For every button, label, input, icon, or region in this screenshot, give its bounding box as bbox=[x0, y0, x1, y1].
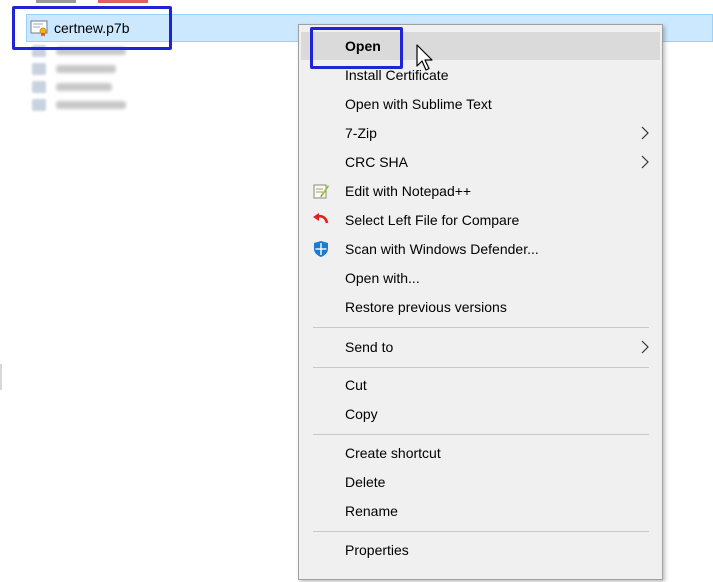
menu-item-label: Scan with Windows Defender... bbox=[345, 241, 539, 257]
menu-item-delete[interactable]: Delete bbox=[301, 468, 660, 496]
notepad-plus-plus-icon bbox=[312, 182, 330, 200]
menu-item-edit-notepadpp[interactable]: Edit with Notepad++ bbox=[301, 177, 660, 205]
menu-item-scan-defender[interactable]: Scan with Windows Defender... bbox=[301, 235, 660, 263]
menu-item-label: Rename bbox=[345, 503, 398, 519]
mouse-pointer-icon bbox=[416, 44, 436, 72]
menu-separator bbox=[313, 327, 649, 328]
menu-item-label: Restore previous versions bbox=[345, 299, 507, 315]
menu-item-label: Edit with Notepad++ bbox=[345, 183, 472, 199]
chevron-right-icon bbox=[640, 125, 650, 141]
menu-item-label: Copy bbox=[345, 406, 378, 422]
menu-item-send-to[interactable]: Send to bbox=[301, 333, 660, 361]
menu-item-label: Cut bbox=[345, 377, 367, 393]
menu-separator bbox=[313, 434, 649, 435]
partial-row-top bbox=[36, 0, 156, 4]
blurred-file-row bbox=[32, 63, 116, 75]
menu-item-label: Open with... bbox=[345, 270, 420, 286]
menu-item-label: CRC SHA bbox=[345, 154, 409, 170]
menu-separator bbox=[313, 531, 649, 532]
open-annotation-box bbox=[310, 27, 403, 69]
menu-item-label: Properties bbox=[345, 542, 409, 558]
menu-item-cut[interactable]: Cut bbox=[301, 371, 660, 399]
menu-item-label: Create shortcut bbox=[345, 445, 441, 461]
menu-item-7zip[interactable]: 7-Zip bbox=[301, 119, 660, 147]
menu-item-copy[interactable]: Copy bbox=[301, 400, 660, 428]
menu-item-open-with-sublime[interactable]: Open with Sublime Text bbox=[301, 90, 660, 118]
pane-edge bbox=[0, 364, 2, 390]
context-menu: Open Install Certificate Open with Subli… bbox=[298, 24, 663, 580]
chevron-right-icon bbox=[640, 339, 650, 355]
menu-item-open-with[interactable]: Open with... bbox=[301, 264, 660, 292]
blurred-file-row bbox=[32, 81, 112, 93]
menu-separator bbox=[313, 367, 649, 368]
menu-item-rename[interactable]: Rename bbox=[301, 497, 660, 525]
menu-item-restore-previous[interactable]: Restore previous versions bbox=[301, 293, 660, 321]
menu-item-select-left-compare[interactable]: Select Left File for Compare bbox=[301, 206, 660, 234]
blurred-file-row bbox=[32, 99, 126, 111]
windows-defender-icon bbox=[312, 240, 330, 258]
menu-item-crc-sha[interactable]: CRC SHA bbox=[301, 148, 660, 176]
menu-item-label: Open with Sublime Text bbox=[345, 96, 492, 112]
menu-item-label: Send to bbox=[345, 339, 394, 355]
chevron-right-icon bbox=[640, 154, 650, 170]
file-annotation-box bbox=[12, 6, 172, 50]
compare-arrow-icon bbox=[312, 211, 330, 229]
menu-item-create-shortcut[interactable]: Create shortcut bbox=[301, 439, 660, 467]
menu-item-label: Select Left File for Compare bbox=[345, 212, 520, 228]
menu-item-properties[interactable]: Properties bbox=[301, 536, 660, 564]
menu-item-label: 7-Zip bbox=[345, 125, 377, 141]
menu-item-label: Delete bbox=[345, 474, 386, 490]
